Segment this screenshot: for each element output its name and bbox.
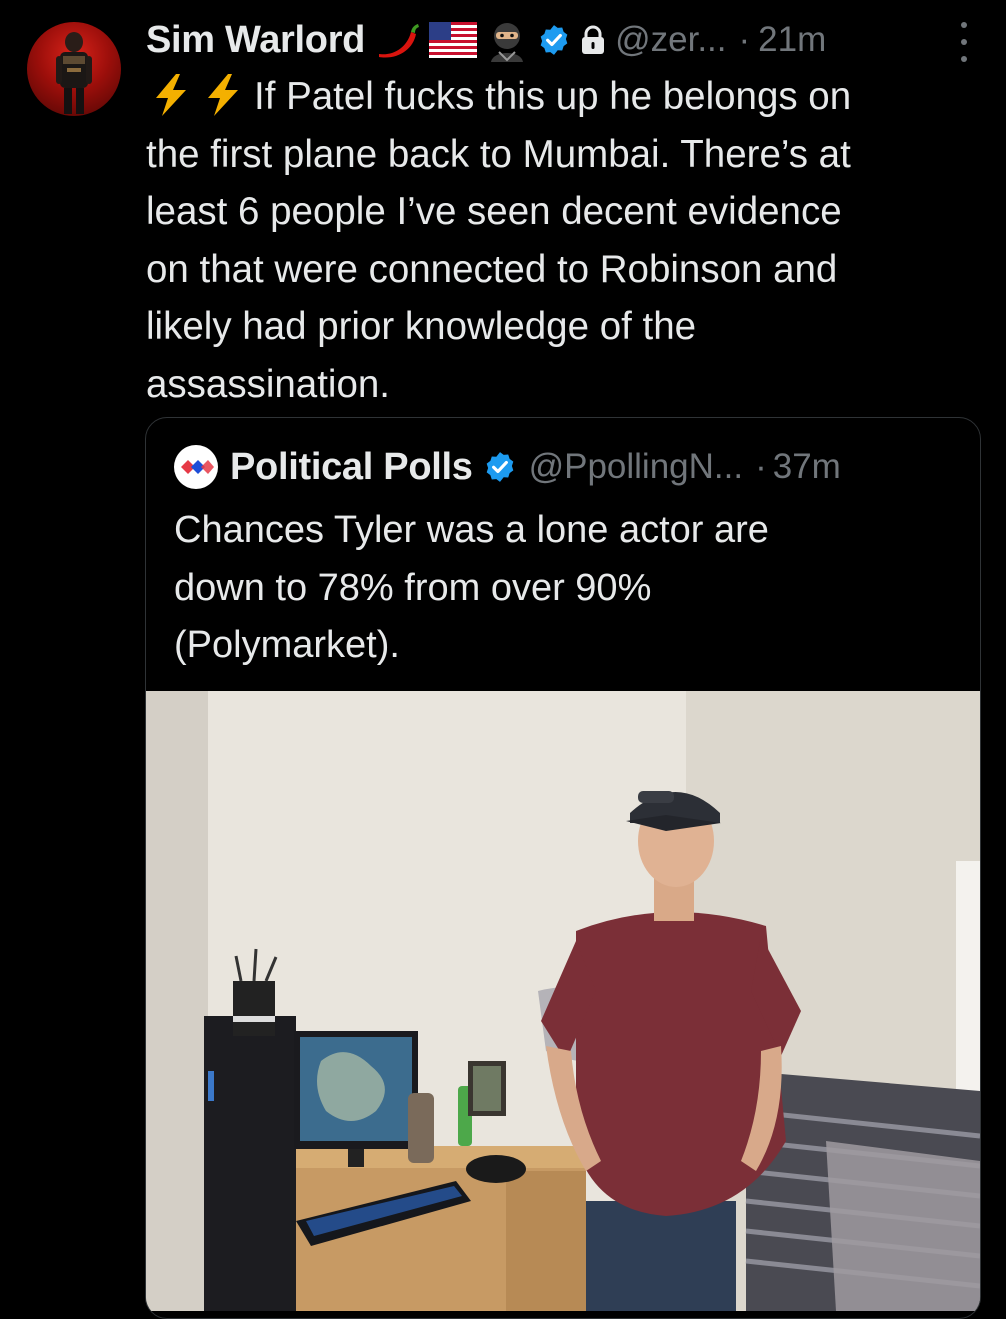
quoted-author-handle[interactable]: @PpollingN... (529, 447, 744, 487)
lock-icon (579, 24, 607, 56)
verified-badge-icon[interactable] (537, 23, 571, 57)
author-handle[interactable]: @zer... (615, 20, 726, 60)
post-timestamp[interactable]: 21m (758, 20, 826, 60)
quoted-post-text: Chances Tyler was a lone actor are down … (174, 509, 769, 666)
post-text: If Patel fucks this up he belongs on the… (146, 75, 852, 406)
quoted-post-card[interactable]: Political Polls @PpollingN... · 37m Chan… (145, 417, 981, 1319)
verified-badge-icon[interactable] (483, 450, 517, 484)
ninja-emoji (485, 18, 529, 62)
separator-dot: · (738, 20, 751, 59)
political-polls-avatar[interactable] (174, 445, 218, 489)
chili-pepper-emoji (373, 20, 421, 60)
author-meta: @zer... · 21m (615, 20, 826, 60)
separator-dot: · (755, 447, 767, 486)
quoted-post-header: Political Polls @PpollingN... · 37m (174, 444, 841, 490)
avatar-image (56, 32, 92, 114)
author-name[interactable]: Sim Warlord (146, 19, 365, 62)
us-flag-emoji (429, 22, 478, 58)
quoted-author-name[interactable]: Political Polls (230, 446, 473, 489)
post-header: Sim Warlord @zer... · 21m (146, 14, 826, 66)
author-avatar[interactable] (27, 22, 121, 116)
dorm-room-photo[interactable] (146, 691, 980, 1311)
more-vertical-icon[interactable] (955, 22, 973, 62)
quoted-timestamp[interactable]: 37m (773, 447, 841, 487)
